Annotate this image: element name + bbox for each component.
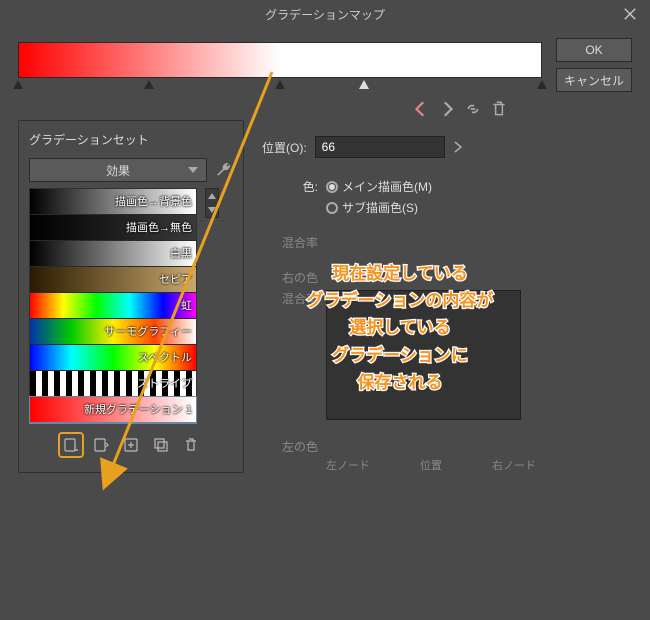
color-row: 色: メイン描画色(M) [262, 178, 632, 195]
preset-select[interactable]: 効果 [29, 158, 207, 182]
link-icon[interactable] [464, 100, 482, 118]
preset-label: セピア [159, 271, 192, 287]
gradient-stop[interactable] [144, 80, 154, 89]
scroll-up-button[interactable] [206, 189, 218, 203]
gradient-stop[interactable] [537, 80, 547, 89]
gradient-stop[interactable] [13, 80, 23, 89]
mix-curve-editor[interactable] [326, 290, 521, 420]
right-color-row: 右の色 [262, 269, 632, 286]
color-row-2: サブ描画色(S) [262, 199, 632, 216]
preset-list[interactable]: 描画色→背景色描画色→無色白黒セピア虹サーモグラフィースペクトルストライプ新規グ… [29, 188, 197, 424]
color-option-main[interactable]: メイン描画色(M) [326, 178, 432, 195]
duplicate-gradient-button[interactable] [150, 434, 172, 456]
preset-swatch [30, 293, 196, 318]
preset-item[interactable]: サーモグラフィー [30, 319, 196, 345]
preset-label: 描画色→背景色 [115, 193, 192, 209]
titlebar: グラデーションマップ [0, 0, 650, 28]
panel-title: グラデーションセット [29, 131, 233, 148]
preset-item[interactable]: スペクトル [30, 345, 196, 371]
preset-item[interactable]: 白黒 [30, 241, 196, 267]
color-label: 色: [262, 178, 318, 195]
preset-label: 新規グラデーション 1 [84, 401, 192, 417]
gradient-stops[interactable] [18, 80, 542, 92]
close-button[interactable] [610, 0, 650, 28]
ok-button[interactable]: OK [556, 38, 632, 62]
gradient-set-panel: グラデーションセット 効果 描画色→背景色描画色→無色白黒セピア虹サーモグラフィ… [18, 120, 244, 473]
mix-rate-row: 混合率 [262, 234, 632, 251]
cancel-button[interactable]: キャンセル [556, 68, 632, 92]
preset-item[interactable]: 描画色→無色 [30, 215, 196, 241]
delete-gradient-button[interactable] [180, 434, 202, 456]
position-row: 位置(O): [262, 136, 632, 158]
load-gradient-button[interactable] [90, 434, 112, 456]
radio-icon [326, 181, 338, 193]
gradient-preview[interactable] [18, 42, 542, 92]
color-option-sub[interactable]: サブ描画色(S) [326, 199, 418, 216]
left-color-row: 左の色 [262, 438, 632, 455]
trash-icon[interactable] [490, 100, 508, 118]
preset-toolbar [29, 434, 233, 456]
preset-item[interactable]: 虹 [30, 293, 196, 319]
preset-label: 虹 [181, 297, 192, 313]
radio-icon [326, 202, 338, 214]
position-label: 位置(O): [262, 139, 307, 156]
position-stepper-icon[interactable] [453, 140, 463, 154]
preset-item[interactable]: 描画色→背景色 [30, 189, 196, 215]
preset-select-label: 効果 [106, 162, 130, 179]
node-labels: 左ノード 位置 右ノード [326, 457, 536, 473]
scroll-down-button[interactable] [206, 203, 218, 217]
settings-column: 位置(O): 色: メイン描画色(M) サブ描画色(S) 混合率 右の色 混合率… [262, 120, 632, 473]
wrench-icon[interactable] [215, 161, 233, 179]
preset-item[interactable]: ストライプ [30, 371, 196, 397]
scrollbar[interactable] [205, 188, 219, 218]
preset-label: ストライプ [137, 375, 192, 391]
nav-next-icon[interactable] [438, 100, 456, 118]
preset-label: 描画色→無色 [126, 219, 192, 235]
close-icon [623, 7, 637, 21]
preset-label: 白黒 [170, 245, 192, 261]
dialog-title: グラデーションマップ [265, 6, 385, 23]
preset-item[interactable]: セピア [30, 267, 196, 293]
position-input[interactable] [315, 136, 445, 158]
preset-item[interactable]: 新規グラデーション 1 [30, 397, 196, 423]
mix-rate-curve-label: 混合率 [262, 290, 318, 420]
preset-label: スペクトル [138, 349, 192, 365]
save-gradient-button[interactable] [60, 434, 82, 456]
gradient-bar [18, 42, 542, 78]
new-gradient-button[interactable] [120, 434, 142, 456]
preset-label: サーモグラフィー [104, 323, 192, 339]
nav-prev-icon[interactable] [412, 100, 430, 118]
gradient-stop-active[interactable] [359, 80, 369, 89]
gradient-stop[interactable] [275, 80, 285, 89]
